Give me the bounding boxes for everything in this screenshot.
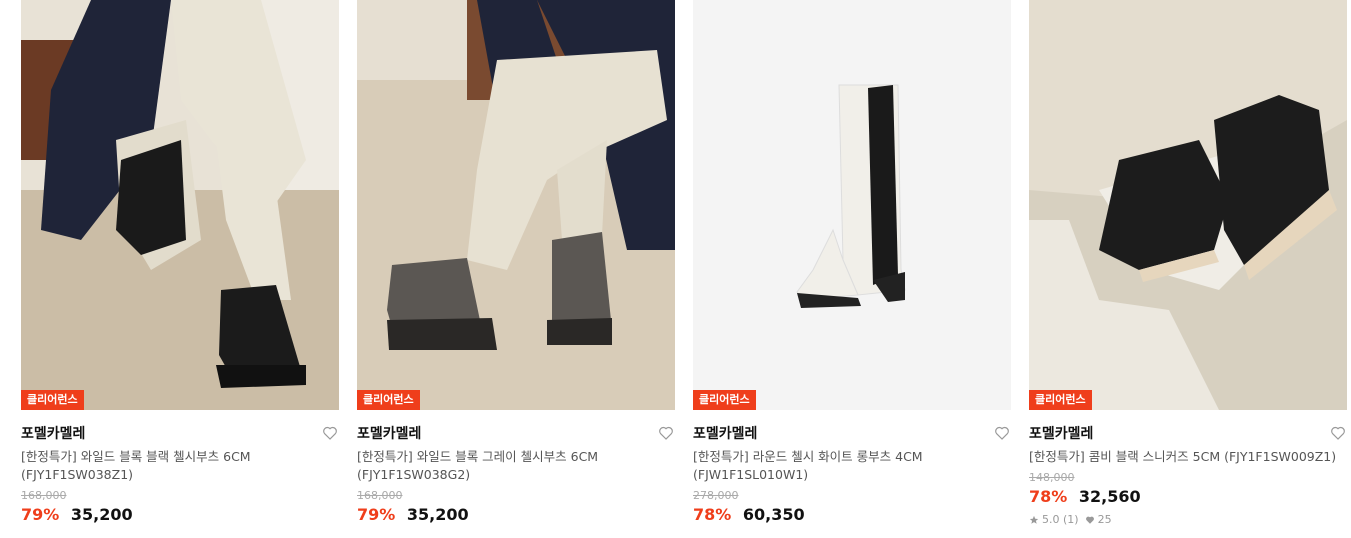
heart-outline-icon[interactable] bbox=[993, 424, 1011, 442]
product-name[interactable]: [한정특가] 와일드 블록 그레이 첼시부츠 6CM (FJY1F1SW038G… bbox=[357, 448, 675, 484]
discount-rate: 78% bbox=[693, 505, 732, 524]
rating: 5.0 (1) bbox=[1029, 513, 1079, 526]
likes-count: 25 bbox=[1097, 513, 1112, 526]
product-card[interactable]: 클리어런스 포멜카멜레 [한정특가] 라운드 첼시 화이트 롱부츠 4CM (F… bbox=[693, 0, 1011, 526]
original-price: 168,000 bbox=[357, 489, 403, 502]
original-price: 148,000 bbox=[1029, 471, 1075, 484]
brand-name[interactable]: 포멜카멜레 bbox=[357, 423, 421, 443]
brand-name[interactable]: 포멜카멜레 bbox=[21, 423, 85, 443]
product-card[interactable]: 클리어런스 포멜카멜레 [한정특가] 와일드 블록 블랙 첼시부츠 6CM (F… bbox=[21, 0, 339, 526]
product-name[interactable]: [한정특가] 와일드 블록 블랙 첼시부츠 6CM (FJY1F1SW038Z1… bbox=[21, 448, 339, 484]
brand-name[interactable]: 포멜카멜레 bbox=[1029, 423, 1093, 443]
likes: 25 bbox=[1085, 513, 1112, 526]
product-image[interactable]: 클리어런스 bbox=[1029, 0, 1347, 410]
discount-rate: 79% bbox=[357, 505, 396, 524]
heart-outline-icon[interactable] bbox=[1329, 424, 1347, 442]
white-long-boot-photo bbox=[693, 0, 1011, 410]
rating-value: 5.0 (1) bbox=[1042, 513, 1079, 526]
heart-outline-icon[interactable] bbox=[321, 424, 339, 442]
sale-price: 60,350 bbox=[742, 505, 805, 524]
clearance-badge: 클리어런스 bbox=[357, 390, 420, 410]
original-price: 168,000 bbox=[21, 489, 67, 502]
clearance-badge: 클리어런스 bbox=[693, 390, 756, 410]
discount-rate: 79% bbox=[21, 505, 60, 524]
product-card[interactable]: 클리어런스 포멜카멜레 [한정특가] 콤비 블랙 스니커즈 5CM (FJY1F… bbox=[1029, 0, 1347, 526]
clearance-badge: 클리어런스 bbox=[1029, 390, 1092, 410]
heart-outline-icon[interactable] bbox=[657, 424, 675, 442]
sale-price: 35,200 bbox=[406, 505, 469, 524]
star-icon bbox=[1029, 515, 1039, 524]
product-name[interactable]: [한정특가] 콤비 블랙 스니커즈 5CM (FJY1F1SW009Z1) bbox=[1029, 448, 1347, 466]
sale-price: 32,560 bbox=[1078, 487, 1141, 506]
product-card[interactable]: 클리어런스 포멜카멜레 [한정특가] 와일드 블록 그레이 첼시부츠 6CM (… bbox=[357, 0, 675, 526]
product-name[interactable]: [한정특가] 라운드 첼시 화이트 롱부츠 4CM (FJW1F1SL010W1… bbox=[693, 448, 1011, 484]
sale-price: 35,200 bbox=[70, 505, 133, 524]
product-image[interactable]: 클리어런스 bbox=[693, 0, 1011, 410]
brand-name[interactable]: 포멜카멜레 bbox=[693, 423, 757, 443]
heart-filled-icon bbox=[1085, 516, 1094, 524]
review-meta: 5.0 (1) 25 bbox=[1029, 513, 1347, 526]
clearance-badge: 클리어런스 bbox=[21, 390, 84, 410]
product-image[interactable]: 클리어런스 bbox=[21, 0, 339, 410]
product-image[interactable]: 클리어런스 bbox=[357, 0, 675, 410]
black-chelsea-boots-photo bbox=[21, 0, 339, 410]
gray-chelsea-boots-photo bbox=[357, 0, 675, 410]
discount-rate: 78% bbox=[1029, 487, 1068, 506]
product-grid: 클리어런스 포멜카멜레 [한정특가] 와일드 블록 블랙 첼시부츠 6CM (F… bbox=[21, 0, 1347, 526]
black-sneakers-photo bbox=[1029, 0, 1347, 410]
original-price: 278,000 bbox=[693, 489, 739, 502]
